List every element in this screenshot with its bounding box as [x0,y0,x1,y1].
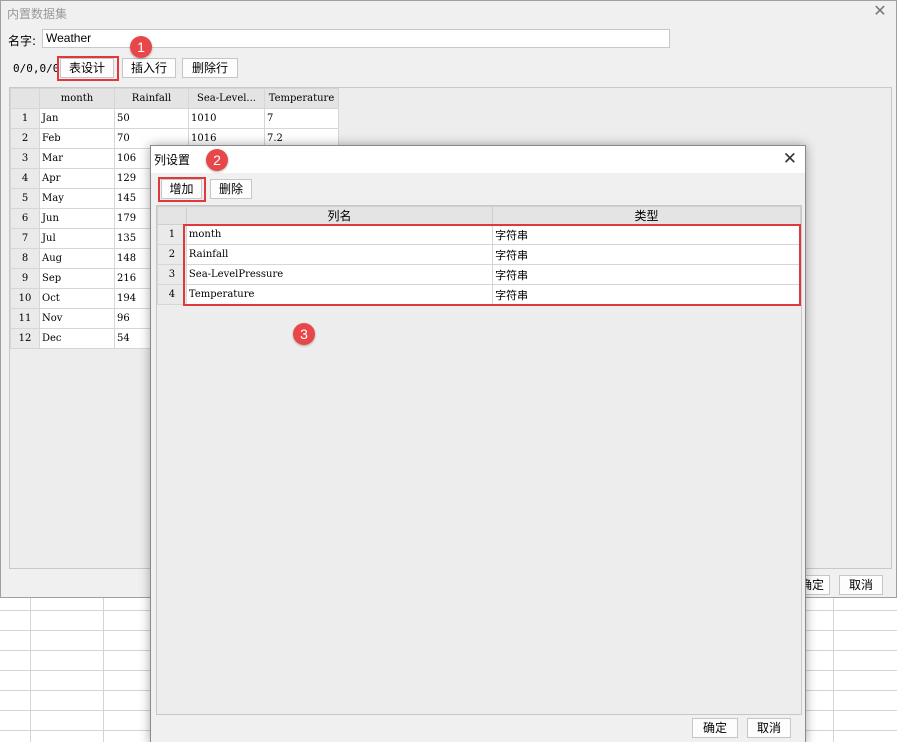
table-row: 1 Jan 50 1010 7 [10,108,339,129]
dialog-title: 内置数据集 [7,7,68,21]
corner-cell [157,206,187,225]
cell-month[interactable]: Dec [39,328,115,349]
cell-pressure[interactable]: 1010 [188,108,265,129]
highlight-box-columns [183,224,801,306]
position-indicator: 0/0,0/0 [13,62,60,75]
cell-temperature[interactable]: 7 [264,108,339,129]
row-number: 11 [10,308,40,329]
cell-month[interactable]: Apr [39,168,115,189]
row-number: 5 [10,188,40,209]
column-header[interactable]: Rainfall [114,88,189,109]
step-badge-1: 1 [130,36,152,58]
cell-month[interactable]: Sep [39,268,115,289]
cell-month[interactable]: Jul [39,228,115,249]
table-header-row: 列名 类型 [157,206,801,225]
cell-month[interactable]: Aug [39,248,115,269]
row-number: 1 [10,108,40,129]
row-number: 9 [10,268,40,289]
name-label: 名字: [8,34,37,48]
column-settings-dialog: 列设置 ✕ 增加 删除 列名 类型 1 month 字符串 2 Rainfall 字符串 3… [150,145,806,742]
dialog-title: 列设置 [154,153,191,167]
insert-row-button[interactable]: 插入行 [122,58,176,78]
dialog-titlebar: 列设置 ✕ [151,146,805,173]
close-icon[interactable]: ✕ [872,3,888,19]
cancel-button[interactable]: 取消 [747,718,791,738]
cell-month[interactable]: Feb [39,128,115,149]
row-number: 2 [10,128,40,149]
row-number: 4 [10,168,40,189]
column-header[interactable]: Sea-Level... [188,88,265,109]
table-header-row: month Rainfall Sea-Level... Temperature [10,88,339,109]
column-header[interactable]: month [39,88,115,109]
cancel-button[interactable]: 取消 [839,575,883,595]
cell-month[interactable]: Jun [39,208,115,229]
cell-rainfall[interactable]: 50 [114,108,189,129]
step-badge-2: 2 [206,149,228,171]
highlight-box-add [158,177,206,202]
row-number: 10 [10,288,40,309]
delete-column-button[interactable]: 删除 [210,179,252,199]
row-number: 3 [10,148,40,169]
column-name-header[interactable]: 列名 [185,206,494,225]
ok-button[interactable]: 确定 [692,718,738,738]
row-number: 7 [10,228,40,249]
column-type-header[interactable]: 类型 [492,206,801,225]
column-header[interactable]: Temperature [264,88,339,109]
cell-month[interactable]: Nov [39,308,115,329]
cell-month[interactable]: Jan [39,108,115,129]
close-icon[interactable]: ✕ [783,150,797,168]
cell-month[interactable]: Mar [39,148,115,169]
delete-row-button[interactable]: 删除行 [182,58,238,78]
cell-month[interactable]: Oct [39,288,115,309]
step-badge-3: 3 [293,323,315,345]
cell-month[interactable]: May [39,188,115,209]
corner-cell [10,88,40,109]
highlight-box-design [57,56,119,81]
row-number: 8 [10,248,40,269]
row-number: 6 [10,208,40,229]
row-number: 12 [10,328,40,349]
